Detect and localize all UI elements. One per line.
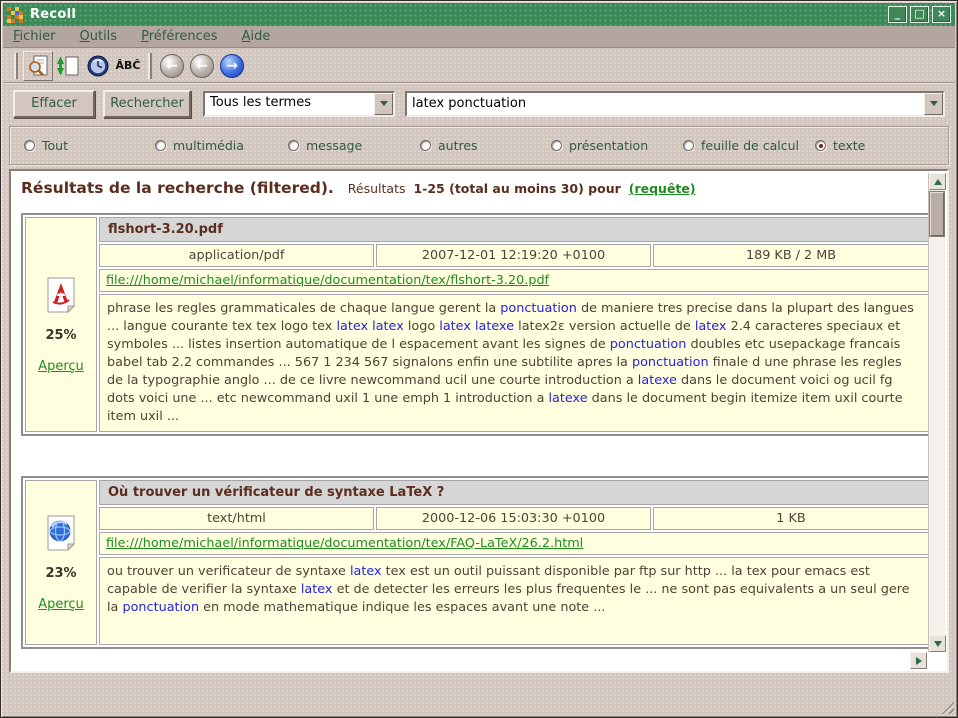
- history-icon: [86, 54, 110, 78]
- prev-page-icon: ←: [190, 54, 214, 78]
- prev-page-button[interactable]: ←: [187, 51, 217, 81]
- term-explorer-icon: ÂBĈ: [116, 59, 141, 72]
- result-date: 2007-12-01 12:19:20 +0100: [376, 244, 651, 267]
- vertical-scrollbar-thumb[interactable]: [930, 192, 944, 236]
- vertical-scrollbar[interactable]: [928, 173, 945, 652]
- radio-icon: [288, 140, 299, 151]
- chevron-down-icon[interactable]: [924, 93, 943, 115]
- result-title: Où trouver un vérificateur de syntaxe La…: [99, 480, 928, 505]
- toolbar-handle[interactable]: [148, 53, 152, 79]
- query-link[interactable]: (requête): [629, 181, 696, 196]
- search-button[interactable]: Rechercher: [103, 90, 191, 118]
- filter-radio-texte[interactable]: texte: [815, 138, 865, 153]
- result-item: 25% Aperçu flshort-3.20.pdf application/…: [21, 213, 928, 436]
- search-row: Effacer Rechercher Tous les termes: [13, 89, 945, 118]
- radio-icon: [683, 140, 694, 151]
- sort-by-dates-icon: [56, 54, 80, 78]
- scroll-right-arrow[interactable]: [910, 652, 927, 669]
- search-mode-combobox[interactable]: Tous les termes: [203, 91, 395, 117]
- menu-aide[interactable]: Aide: [242, 29, 271, 44]
- result-side-cell: 25% Aperçu: [25, 217, 97, 432]
- menubar: Fichier Outils Préférences Aide: [3, 26, 955, 48]
- history-button[interactable]: [83, 51, 113, 81]
- filter-radio-feuille-de-calcul[interactable]: feuille de calcul: [683, 138, 815, 153]
- close-button[interactable]: ×: [932, 6, 951, 23]
- preview-link[interactable]: Aperçu: [38, 597, 84, 612]
- results-count-prefix: Résultats: [348, 181, 406, 196]
- scroll-up-arrow[interactable]: [929, 173, 946, 190]
- radio-icon: [155, 140, 166, 151]
- result-snippet: ou trouver un verificateur de syntaxe la…: [99, 557, 928, 645]
- result-url-link[interactable]: file:///home/michael/informatique/docume…: [106, 536, 583, 551]
- toolbar-handle[interactable]: [14, 53, 18, 79]
- filter-category-bar: Tout multimédia message autres présentat…: [9, 126, 949, 165]
- result-item: 23% Aperçu Où trouver un vérificateur de…: [21, 476, 928, 649]
- arrow-right-icon: [916, 657, 922, 665]
- titlebar[interactable]: Recoll _ □ ×: [3, 3, 955, 26]
- scroll-down-arrow[interactable]: [929, 635, 946, 652]
- menu-outils[interactable]: Outils: [80, 29, 118, 44]
- result-snippet: phrase les regles grammaticales de chaqu…: [99, 294, 928, 432]
- result-size: 189 KB / 2 MB: [653, 244, 928, 267]
- prev-page-icon: ←: [160, 54, 184, 78]
- search-input[interactable]: [407, 93, 924, 115]
- radio-icon: [420, 140, 431, 151]
- window-title: Recoll: [30, 7, 76, 22]
- next-page-icon: →: [220, 54, 244, 78]
- radio-icon: [815, 140, 826, 151]
- result-title: flshort-3.20.pdf: [99, 217, 928, 242]
- results-header: Résultats de la recherche (filtered). Ré…: [17, 179, 928, 197]
- results-count-range: 1-25 (total au moins 30) pour: [413, 181, 620, 196]
- filter-radio-multimedia[interactable]: multimédia: [155, 138, 288, 153]
- document-preview-icon: [26, 54, 50, 78]
- clear-button[interactable]: Effacer: [13, 90, 95, 118]
- filter-radio-autres[interactable]: autres: [420, 138, 551, 153]
- maximize-button[interactable]: □: [910, 6, 929, 23]
- results-title: Résultats de la recherche (filtered).: [21, 179, 334, 197]
- toolbar: ÂBĈ ← ← →: [3, 49, 955, 83]
- app-icon: [7, 7, 23, 23]
- html-file-icon: [44, 514, 78, 552]
- arrow-down-icon: [934, 641, 942, 647]
- preview-link[interactable]: Aperçu: [38, 359, 84, 374]
- menu-preferences[interactable]: Préférences: [141, 29, 217, 44]
- relevance-percent: 23%: [28, 566, 94, 581]
- relevance-percent: 25%: [28, 328, 94, 343]
- filter-radio-tout[interactable]: Tout: [24, 138, 155, 153]
- result-mimetype: text/html: [99, 507, 374, 530]
- result-url-link[interactable]: file:///home/michael/informatique/docume…: [106, 273, 549, 288]
- result-date: 2000-12-06 15:03:30 +0100: [376, 507, 651, 530]
- term-explorer-button[interactable]: ÂBĈ: [113, 51, 143, 81]
- results-panel: Résultats de la recherche (filtered). Ré…: [9, 169, 949, 673]
- chevron-down-icon[interactable]: [374, 93, 393, 115]
- sort-by-dates-button[interactable]: [53, 51, 83, 81]
- result-mimetype: application/pdf: [99, 244, 374, 267]
- arrow-up-icon: [934, 179, 942, 185]
- result-side-cell: 23% Aperçu: [25, 480, 97, 645]
- radio-icon: [551, 140, 562, 151]
- recoll-window: Recoll _ □ × Fichier Outils Préférences …: [0, 0, 958, 718]
- next-page-button[interactable]: →: [217, 51, 247, 81]
- results-content: Résultats de la recherche (filtered). Ré…: [11, 171, 928, 652]
- search-mode-value: Tous les termes: [205, 93, 374, 115]
- query-combobox[interactable]: [405, 91, 945, 117]
- filter-radio-presentation[interactable]: présentation: [551, 138, 683, 153]
- first-page-button[interactable]: ←: [157, 51, 187, 81]
- radio-icon: [24, 140, 35, 151]
- filter-radio-message[interactable]: message: [288, 138, 420, 153]
- minimize-button[interactable]: _: [888, 6, 907, 23]
- pdf-file-icon: [44, 276, 78, 314]
- resize-grip[interactable]: [940, 700, 954, 714]
- menu-fichier[interactable]: Fichier: [13, 29, 56, 44]
- document-preview-button[interactable]: [23, 51, 53, 81]
- result-size: 1 KB: [653, 507, 928, 530]
